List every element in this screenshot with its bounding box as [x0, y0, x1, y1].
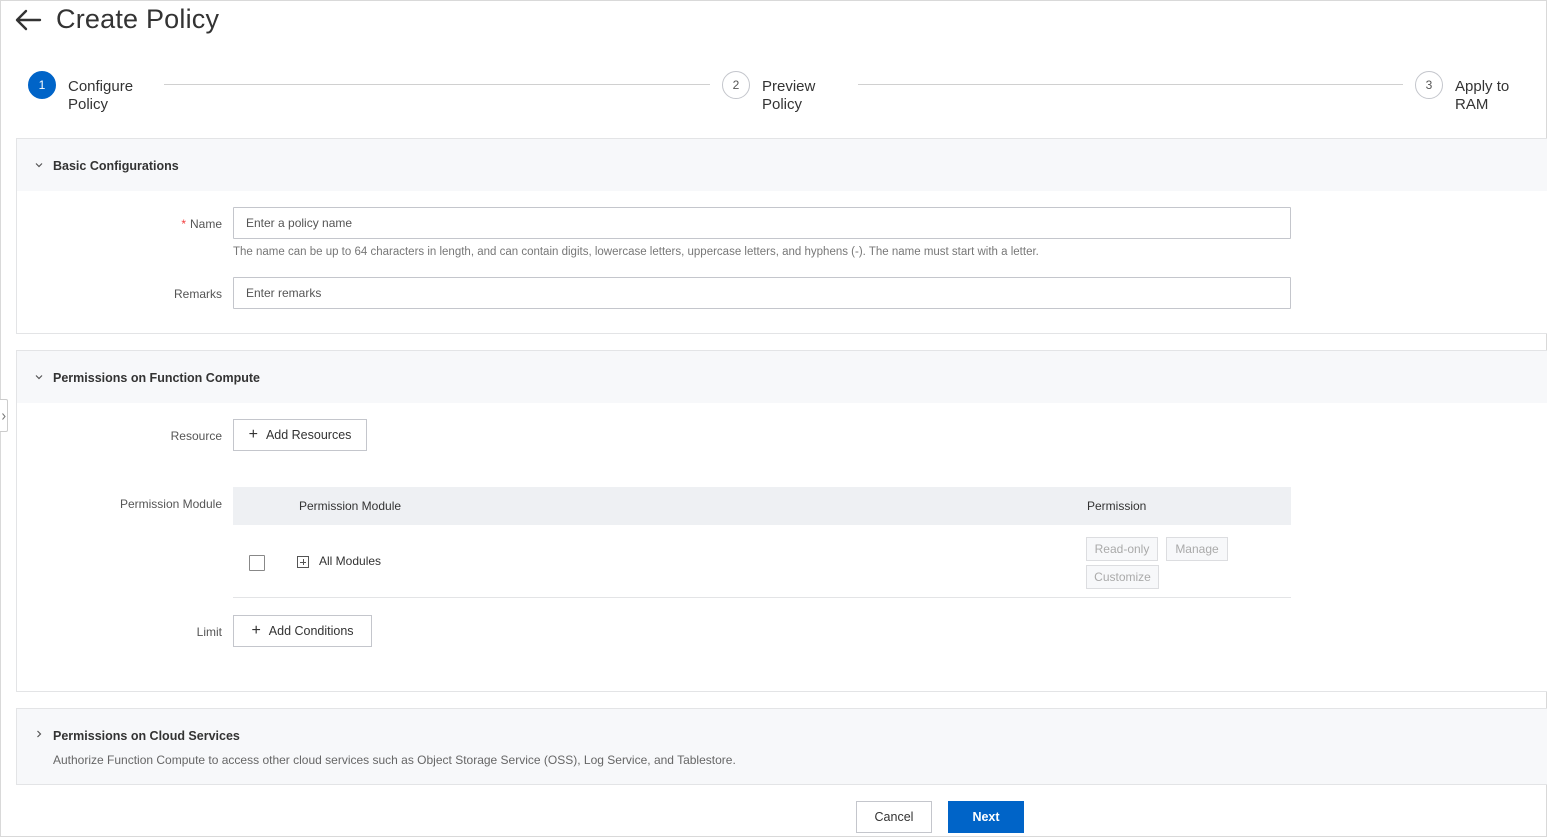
page-title: Create Policy — [56, 4, 220, 34]
cancel-button[interactable]: Cancel — [856, 801, 932, 833]
step-label-line: Apply to — [1455, 78, 1510, 95]
step-number-badge: 1 — [28, 71, 56, 99]
policy-name-input[interactable] — [233, 207, 1291, 239]
add-resources-button[interactable]: + Add Resources — [233, 419, 367, 451]
read-only-button[interactable]: Read-only — [1086, 537, 1158, 561]
section-title: Permissions on Cloud Services — [53, 729, 240, 743]
permission-module-label: Permission Module — [119, 497, 222, 511]
step-number-badge: 3 — [1415, 71, 1443, 99]
step-label: Configure Policy — [68, 78, 158, 114]
step-connector — [858, 84, 1403, 85]
row-checkbox[interactable] — [249, 555, 265, 571]
required-mark: * — [181, 217, 186, 231]
customize-button[interactable]: Customize — [1086, 565, 1159, 589]
chevron-down-icon[interactable] — [34, 160, 44, 170]
plus-icon: + — [251, 622, 261, 639]
limit-label: Limit — [196, 625, 222, 639]
chevron-down-icon[interactable] — [34, 372, 44, 382]
name-label-text: Name — [189, 217, 222, 231]
plus-icon: + — [248, 426, 258, 443]
next-button[interactable]: Next — [948, 801, 1024, 833]
cloud-services-permissions-section[interactable]: Permissions on Cloud Services Authorize … — [16, 708, 1547, 785]
basic-configurations-section: Basic Configurations *Name The name can … — [16, 138, 1547, 334]
section-header[interactable]: Permissions on Function Compute — [17, 351, 1547, 403]
step-label-line: Configure — [68, 78, 134, 95]
back-arrow-icon[interactable] — [14, 8, 42, 32]
remarks-input[interactable] — [233, 277, 1291, 309]
section-title: Basic Configurations — [53, 159, 179, 173]
step-label-line: Policy — [68, 96, 109, 113]
section-description: Authorize Function Compute to access oth… — [53, 753, 736, 767]
remarks-label: Remarks — [173, 287, 222, 301]
step-label-line: Preview — [762, 78, 816, 95]
chevron-right-icon[interactable] — [34, 729, 44, 739]
step-connector — [164, 84, 710, 85]
step-label: Apply to RAM — [1455, 78, 1545, 114]
button-label: Add Conditions — [268, 624, 354, 638]
module-name: All Modules — [319, 554, 382, 568]
add-conditions-button[interactable]: + Add Conditions — [233, 615, 372, 647]
name-help-text: The name can be up to 64 characters in l… — [233, 246, 1039, 258]
column-header-permission: Permission — [1087, 499, 1147, 513]
sidebar-toggle-handle[interactable] — [0, 399, 8, 432]
step-label: Preview Policy — [762, 78, 852, 114]
table-header: Permission Module Permission — [233, 487, 1291, 525]
column-header-module: Permission Module — [299, 499, 402, 513]
section-title: Permissions on Function Compute — [53, 371, 260, 385]
step-number-badge: 2 — [722, 71, 750, 99]
resource-label: Resource — [170, 429, 222, 443]
step-label-line: Policy — [762, 96, 803, 113]
permission-module-table: Permission Module Permission All Modules… — [233, 487, 1291, 599]
section-header[interactable]: Basic Configurations — [17, 139, 1547, 191]
table-row: All Modules Read-only Manage Customize — [233, 525, 1291, 598]
step-label-line: RAM — [1455, 96, 1489, 113]
name-label: * Name — [72, 217, 222, 231]
chevron-right-icon — [2, 413, 6, 420]
manage-button[interactable]: Manage — [1166, 537, 1228, 561]
plus-square-icon[interactable] — [297, 556, 309, 568]
function-compute-permissions-section: Permissions on Function Compute Resource… — [16, 350, 1547, 692]
button-label: Add Resources — [265, 428, 352, 442]
